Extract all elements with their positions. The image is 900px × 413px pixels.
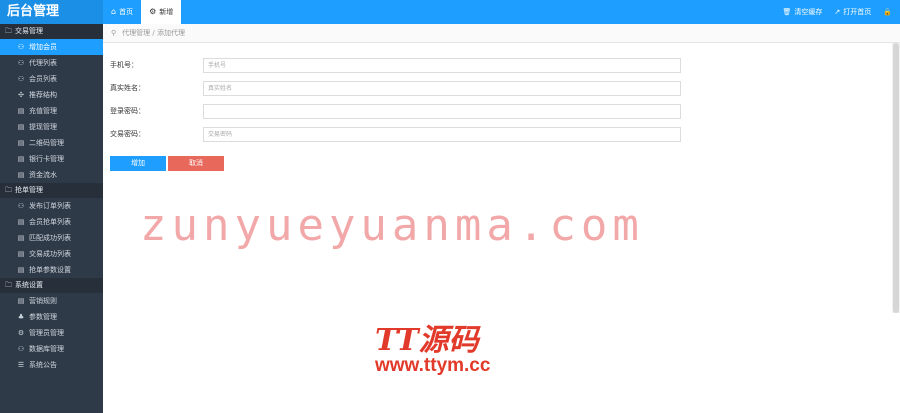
sidebar-item-referral[interactable]: ✣ 推荐结构 <box>0 87 103 103</box>
realname-label: 真实姓名： <box>110 84 145 92</box>
sidebar-item-fund-flow[interactable]: ▤ 资金流水 <box>0 167 103 183</box>
user-icon: ⚇ <box>17 43 25 51</box>
home-icon: ⌂ <box>111 7 117 16</box>
location-icon: ⚲ <box>111 29 117 37</box>
sidebar-item-withdraw[interactable]: ▤ 提现管理 <box>0 119 103 135</box>
lock-button[interactable]: 🔒 <box>883 8 892 16</box>
watermark-url: zunyueyuanma.com <box>140 200 644 251</box>
gear-icon: ⚙ <box>17 329 25 337</box>
vertical-scrollbar[interactable] <box>892 43 900 313</box>
sidebar-item-admins[interactable]: ⚙ 管理员管理 <box>0 325 103 341</box>
user-icon: ⚇ <box>17 345 25 353</box>
external-link-icon: ↗ <box>834 8 841 16</box>
submit-button[interactable]: 增加 <box>110 156 166 171</box>
form-actions: 增加 取消 <box>110 156 224 171</box>
document-icon: ▤ <box>17 297 25 305</box>
document-icon: ▤ <box>17 107 25 115</box>
tab-label: 新增 <box>159 8 174 16</box>
watermark-brand: TT源码 <box>375 323 479 358</box>
user-icon: ⚇ <box>17 59 25 67</box>
trash-icon: 🗑 <box>782 8 792 16</box>
list-icon: ☰ <box>17 361 25 369</box>
user-icon: ⚇ <box>17 75 25 83</box>
form-row: 交易密码： <box>110 126 690 142</box>
phone-label: 手机号： <box>110 61 138 69</box>
tab-add[interactable]: ⚙ 新增 <box>141 0 182 24</box>
sidebar-item-database[interactable]: ⚇ 数据库管理 <box>0 341 103 357</box>
breadcrumb-text: 代理管理 / 添加代理 <box>122 29 185 37</box>
open-homepage-button[interactable]: ↗ 打开首页 <box>834 7 871 17</box>
top-bar: 后台管理 ⌂ 首页 ⚙ 新增 🗑 清空缓存 ↗ 打开首页 🔒 <box>0 0 900 24</box>
sidebar-item-add-member[interactable]: ⚇ 增加会员 <box>0 39 103 55</box>
document-icon: ▤ <box>17 123 25 131</box>
tree-icon: ✣ <box>18 91 24 99</box>
cancel-button[interactable]: 取消 <box>168 156 224 171</box>
login-password-input[interactable] <box>203 103 681 119</box>
clear-cache-button[interactable]: 🗑 清空缓存 <box>783 7 823 17</box>
sidebar-item-agent-list[interactable]: ⚇ 代理列表 <box>0 55 103 71</box>
user-icon: ⚇ <box>17 202 25 210</box>
document-icon: ▤ <box>17 234 25 242</box>
watermark-site: www.ttym.cc <box>375 355 491 376</box>
sidebar-item-completed[interactable]: ▤ 交易成功列表 <box>0 246 103 262</box>
sidebar-item-announcement[interactable]: ☰ 系统公告 <box>0 357 103 373</box>
login-password-label: 登录密码： <box>110 107 145 115</box>
tab-bar: ⌂ 首页 ⚙ 新增 <box>103 0 182 24</box>
trade-password-label: 交易密码： <box>110 130 145 138</box>
lock-icon: 🔒 <box>883 8 892 16</box>
tab-home[interactable]: ⌂ 首页 <box>103 0 141 24</box>
realname-input[interactable] <box>203 80 681 96</box>
form-row: 登录密码： <box>110 103 690 119</box>
sidebar-group-orders[interactable]: 🗀 抢单管理 <box>0 183 103 198</box>
sidebar-item-marketing[interactable]: ▤ 营销规则 <box>0 293 103 309</box>
sidebar-item-published-orders[interactable]: ⚇ 发布订单列表 <box>0 198 103 214</box>
sidebar-item-params[interactable]: ♣ 参数管理 <box>0 309 103 325</box>
club-icon: ♣ <box>17 313 25 321</box>
sidebar-item-qrcode[interactable]: ▤ 二维码管理 <box>0 135 103 151</box>
top-right-actions: 🗑 清空缓存 ↗ 打开首页 🔒 <box>783 0 892 24</box>
folder-icon: 🗀 <box>5 27 12 35</box>
phone-input[interactable] <box>203 57 681 73</box>
document-icon: ▤ <box>17 218 25 226</box>
document-icon: ▤ <box>17 266 25 274</box>
document-icon: ▤ <box>17 250 25 258</box>
add-agent-form: 手机号： 真实姓名： 登录密码： 交易密码： <box>110 57 690 149</box>
scrollbar-thumb[interactable] <box>893 43 899 313</box>
folder-icon: 🗀 <box>5 281 12 289</box>
gear-icon: ⚙ <box>149 7 157 16</box>
app-logo: 后台管理 <box>0 0 103 24</box>
sidebar: 🗀 交易管理 ⚇ 增加会员 ⚇ 代理列表 ⚇ 会员列表 ✣ 推荐结构 ▤ 充值管… <box>0 24 103 413</box>
breadcrumb: ⚲ 代理管理 / 添加代理 <box>103 24 900 43</box>
sidebar-item-matched[interactable]: ▤ 匹配成功列表 <box>0 230 103 246</box>
document-icon: ▤ <box>17 139 25 147</box>
folder-icon: 🗀 <box>5 186 12 194</box>
tab-label: 首页 <box>119 8 134 16</box>
trade-password-input[interactable] <box>203 126 681 142</box>
sidebar-item-recharge[interactable]: ▤ 充值管理 <box>0 103 103 119</box>
form-row: 手机号： <box>110 57 690 73</box>
sidebar-group-trade[interactable]: 🗀 交易管理 <box>0 24 103 39</box>
sidebar-item-member-grabs[interactable]: ▤ 会员抢单列表 <box>0 214 103 230</box>
sidebar-item-member-list[interactable]: ⚇ 会员列表 <box>0 71 103 87</box>
document-icon: ▤ <box>17 155 25 163</box>
sidebar-group-system[interactable]: 🗀 系统设置 <box>0 278 103 293</box>
form-row: 真实姓名： <box>110 80 690 96</box>
sidebar-item-bankcard[interactable]: ▤ 银行卡管理 <box>0 151 103 167</box>
sidebar-item-grab-settings[interactable]: ▤ 抢单参数设置 <box>0 262 103 278</box>
document-icon: ▤ <box>17 171 25 179</box>
